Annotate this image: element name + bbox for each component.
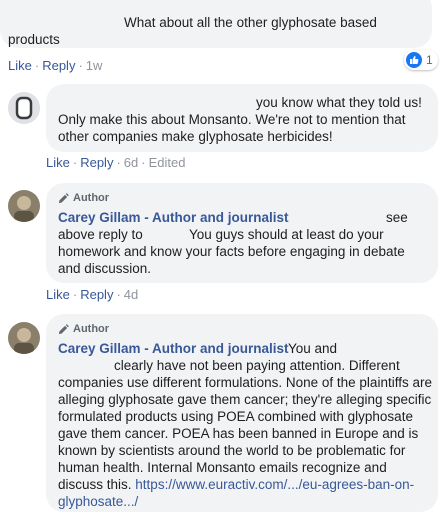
comment-bubble: Author Carey Gillam - Author and journal…	[46, 183, 438, 283]
comment-bubble: Author Carey Gillam - Author and journal…	[46, 314, 438, 512]
avatar[interactable]	[8, 322, 40, 354]
avatar-image	[8, 322, 40, 354]
avatar[interactable]	[8, 92, 40, 124]
edited-label[interactable]: Edited	[149, 155, 186, 170]
like-link[interactable]: Like	[46, 287, 70, 302]
pencil-icon	[58, 323, 69, 334]
reply-link[interactable]: Reply	[80, 287, 113, 302]
author-badge: Author	[58, 190, 109, 206]
commenter-name[interactable]: Carey Gillam - Author and journalist	[58, 340, 289, 357]
comment-actions: Like · Reply · 4d	[46, 287, 139, 302]
comment-text: Only make this about Monsanto. We're not…	[58, 112, 406, 144]
comment-text: What about all the other glyphosate base…	[124, 15, 377, 30]
comment-bubble: What about all the other glyphosate base…	[0, 0, 432, 48]
avatar[interactable]	[8, 190, 40, 222]
pencil-icon	[58, 192, 69, 203]
comment-actions: Like · Reply · 1w	[8, 58, 103, 73]
comment-bubble: you know what they told us! Only make th…	[46, 84, 438, 152]
author-badge: Author	[58, 321, 109, 337]
comment-body: clearly have not been paying attention. …	[58, 358, 432, 492]
comment-text: see	[386, 210, 408, 225]
thumbs-up-icon	[406, 52, 422, 68]
comment-text: You and	[288, 341, 338, 356]
like-link[interactable]: Like	[8, 58, 32, 73]
avatar-image	[8, 92, 40, 124]
timestamp[interactable]: 4d	[124, 287, 138, 302]
commenter-name[interactable]: Carey Gillam - Author and journalist	[58, 209, 289, 226]
avatar-image	[8, 190, 40, 222]
comment-text: clearly have not been paying attention. …	[58, 357, 432, 510]
reaction-count[interactable]: 1	[404, 50, 438, 70]
comment-actions: Like · Reply · 6d · Edited	[46, 155, 186, 170]
reply-link[interactable]: Reply	[42, 58, 75, 73]
author-badge-label: Author	[73, 323, 110, 335]
comment-text: you know what they told us!	[256, 95, 422, 110]
reaction-count-label: 1	[426, 53, 433, 67]
author-badge-label: Author	[73, 192, 110, 204]
comment-text: You guys should at least do your homewor…	[58, 227, 405, 276]
comment-text: products	[8, 32, 60, 47]
timestamp[interactable]: 6d	[124, 155, 138, 170]
reply-link[interactable]: Reply	[80, 155, 113, 170]
timestamp[interactable]: 1w	[86, 58, 103, 73]
like-link[interactable]: Like	[46, 155, 70, 170]
